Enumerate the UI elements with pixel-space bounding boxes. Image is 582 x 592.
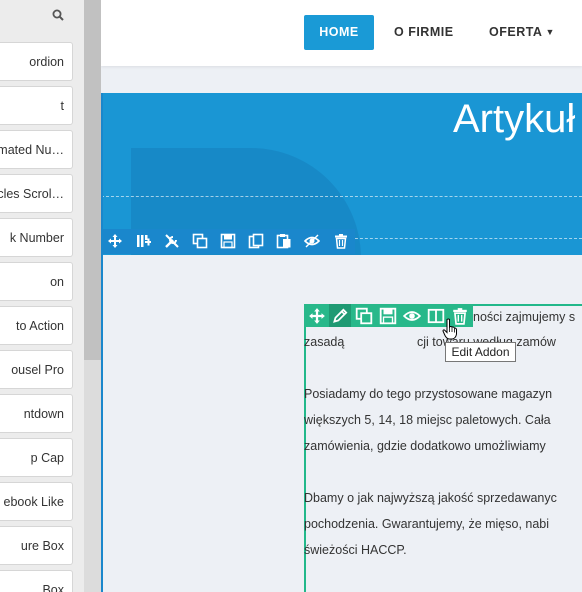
copy-icon[interactable] bbox=[355, 307, 373, 325]
content-line: Dbamy o jak najwyższą jakość sprzedawany… bbox=[304, 491, 557, 505]
addon-item-alert[interactable]: t bbox=[0, 86, 73, 125]
addon-item-facebook-like[interactable]: ebook Like bbox=[0, 482, 73, 521]
addon-item-button[interactable]: on bbox=[0, 262, 73, 301]
addon-item-label: Box bbox=[42, 583, 64, 592]
addon-item-drop-cap[interactable]: p Cap bbox=[0, 438, 73, 477]
move-icon[interactable] bbox=[107, 233, 123, 249]
nav-oferta-label: OFERTA bbox=[489, 25, 543, 39]
addon-item-feature-box[interactable]: ure Box bbox=[0, 526, 73, 565]
settings-icon[interactable] bbox=[164, 233, 180, 249]
addon-item-label: ordion bbox=[29, 55, 64, 69]
addon-item-countdown[interactable]: ntdown bbox=[0, 394, 73, 433]
move-icon[interactable] bbox=[308, 307, 326, 325]
nav-oferta[interactable]: OFERTA ▼ bbox=[489, 15, 555, 50]
addon-item-label: ousel Pro bbox=[11, 363, 64, 377]
duplicate-icon[interactable] bbox=[248, 233, 264, 249]
addon-item-label: t bbox=[60, 99, 64, 113]
addon-item-animated-number[interactable]: mated Nu… bbox=[0, 130, 73, 169]
section-toolbar bbox=[101, 229, 355, 254]
addon-item-carousel-pro[interactable]: ousel Pro bbox=[0, 350, 73, 389]
nav-home[interactable]: HOME bbox=[304, 15, 374, 50]
content-line: Posiadamy do tego przystosowane magazyn bbox=[304, 387, 553, 401]
addon-item-label: on bbox=[50, 275, 64, 289]
addon-item-label: mated Nu… bbox=[0, 143, 64, 157]
content-line: zamówienia, gdzie dodatkowo umożliwiamy bbox=[304, 439, 546, 453]
section-outline bbox=[101, 93, 103, 592]
edit-addon-tooltip: Edit Addon bbox=[445, 342, 516, 362]
addon-item-block-number[interactable]: k Number bbox=[0, 218, 73, 257]
nav-o-firmie[interactable]: O FIRMIE bbox=[394, 15, 454, 50]
addon-item-label: ure Box bbox=[20, 539, 64, 553]
site-header: HOME O FIRMIE OFERTA ▼ bbox=[101, 0, 582, 66]
edit-icon[interactable] bbox=[331, 307, 349, 325]
content-line: świeżości HACCP. bbox=[304, 543, 407, 557]
addon-search[interactable] bbox=[0, 0, 76, 30]
search-icon[interactable] bbox=[52, 9, 64, 21]
addon-item-label: ntdown bbox=[23, 407, 64, 421]
hand-pointer-icon bbox=[442, 318, 457, 340]
trash-icon[interactable] bbox=[333, 233, 349, 249]
chevron-down-icon: ▼ bbox=[545, 27, 555, 37]
addon-item-flip-box[interactable]: Box bbox=[0, 570, 73, 592]
save-icon[interactable] bbox=[379, 307, 397, 325]
content-line: zasadą bbox=[304, 335, 345, 349]
addon-item-articles-scroller[interactable]: cles Scrol… bbox=[0, 174, 73, 213]
addon-item-call-to-action[interactable]: to Action bbox=[0, 306, 73, 345]
addon-item-accordion[interactable]: ordion bbox=[0, 42, 73, 81]
addon-item-label: ebook Like bbox=[3, 495, 64, 509]
hero-title: Artykuł bbox=[453, 97, 576, 141]
visibility-icon[interactable] bbox=[403, 307, 421, 325]
addon-item-label: to Action bbox=[16, 319, 64, 333]
addon-item-label: k Number bbox=[9, 231, 64, 245]
content-line: ności zajmujemy s bbox=[473, 310, 576, 324]
save-icon[interactable] bbox=[220, 233, 236, 249]
columns-icon[interactable] bbox=[136, 233, 152, 249]
addon-item-label: cles Scrol… bbox=[0, 187, 64, 201]
addon-item-label: p Cap bbox=[30, 451, 64, 465]
paste-icon[interactable] bbox=[276, 233, 292, 249]
content-line: większych 5, 14, 18 miejsc paletowych. C… bbox=[304, 413, 551, 427]
row-boundary bbox=[101, 196, 582, 197]
sidebar-scrollbar-thumb[interactable] bbox=[84, 0, 101, 360]
content-line: pochodzenia. Gwarantujemy, że mięso, nab… bbox=[304, 517, 550, 531]
page-canvas: HOME O FIRMIE OFERTA ▼ Artykuł ności zaj… bbox=[101, 0, 582, 592]
copy-icon[interactable] bbox=[192, 233, 208, 249]
addon-sidebar: ordion t mated Nu… cles Scrol… k Number … bbox=[0, 0, 84, 592]
visibility-icon[interactable] bbox=[304, 233, 320, 249]
